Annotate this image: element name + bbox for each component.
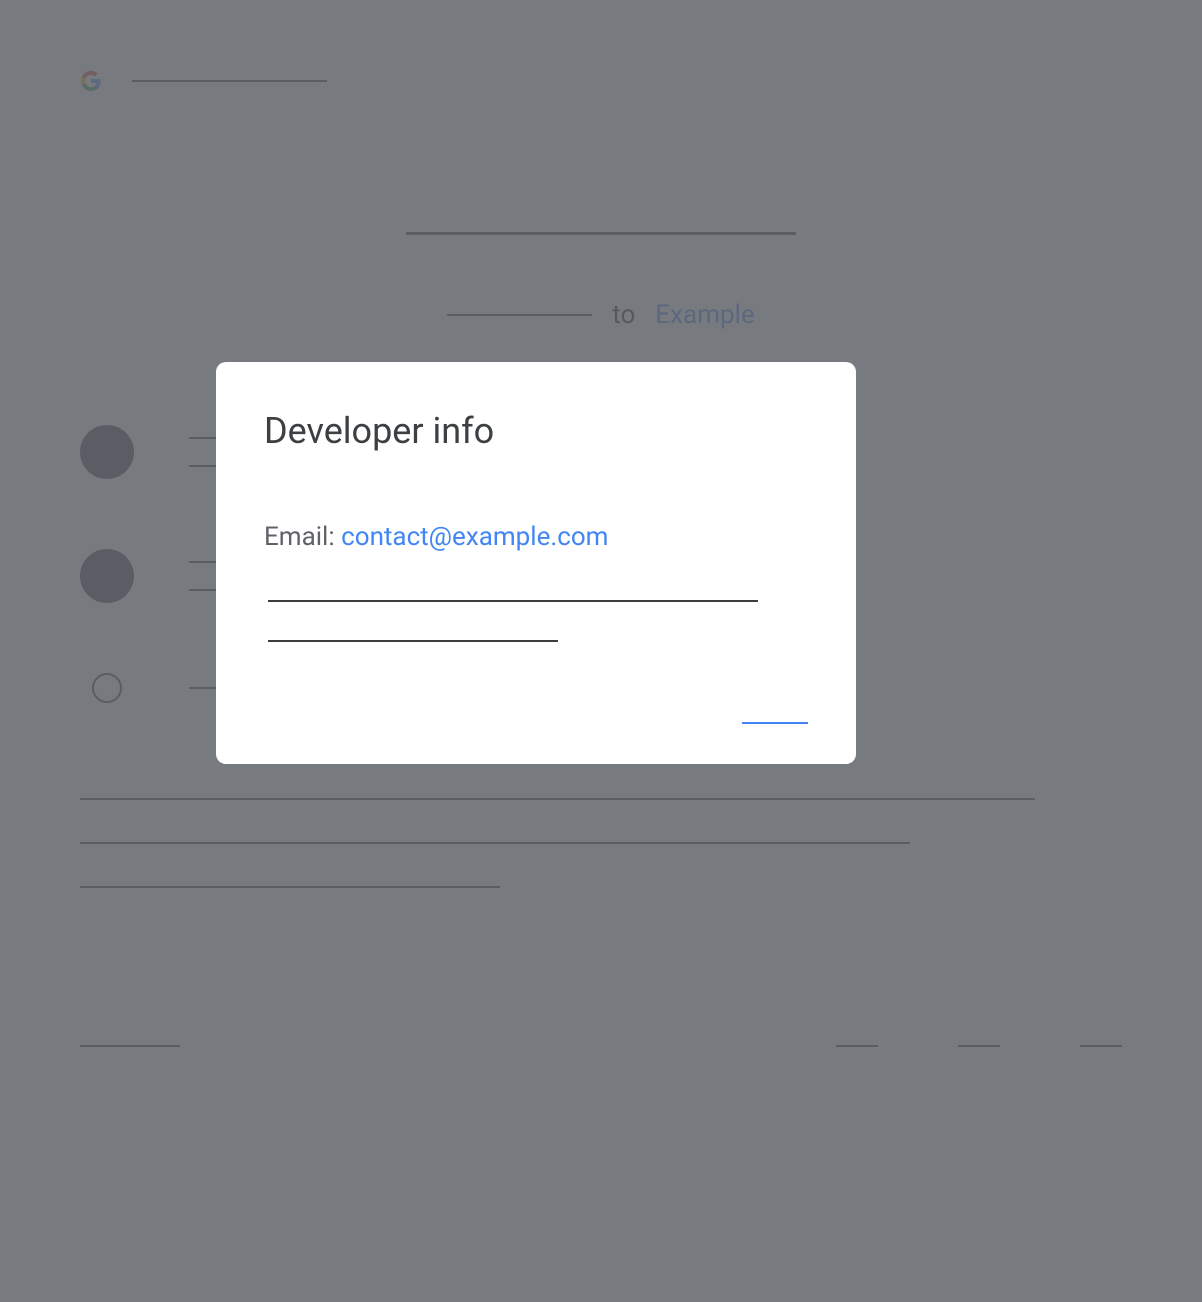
developer-info-modal: Developer info Email: contact@example.co… — [216, 362, 856, 764]
modal-text-placeholder — [268, 600, 758, 602]
email-label: Email: — [264, 522, 341, 552]
modal-overlay[interactable]: Developer info Email: contact@example.co… — [0, 0, 1202, 1302]
modal-actions — [264, 722, 808, 724]
modal-text-placeholder — [268, 640, 558, 642]
developer-email-link[interactable]: contact@example.com — [341, 522, 608, 552]
developer-email-row: Email: contact@example.com — [264, 522, 808, 552]
modal-ok-button[interactable] — [742, 722, 808, 724]
modal-title: Developer info — [264, 410, 808, 452]
